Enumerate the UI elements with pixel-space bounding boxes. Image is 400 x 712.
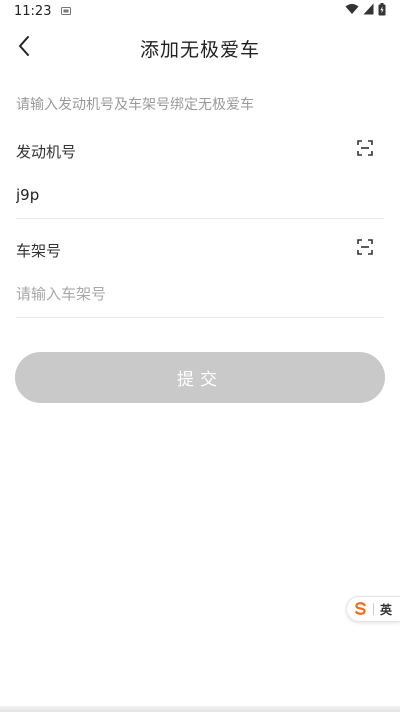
submit-label: 提交	[177, 370, 223, 390]
engine-number-input[interactable]	[16, 180, 384, 210]
chevron-left-icon	[17, 35, 31, 61]
frame-number-input[interactable]	[16, 279, 384, 309]
bottom-edge	[0, 706, 400, 712]
bind-hint: 请输入发动机号及车架号绑定无极爱车	[16, 97, 254, 113]
sim-card-icon	[61, 4, 72, 19]
page-title: 添加无极爱车	[139, 38, 260, 61]
back-button[interactable]	[6, 30, 42, 66]
ime-mode: 英	[380, 602, 393, 617]
frame-scan-button[interactable]	[354, 238, 376, 260]
wifi-icon	[345, 3, 359, 19]
scan-icon	[357, 140, 373, 160]
status-right	[345, 2, 386, 20]
status-time: 11:23	[14, 3, 52, 19]
engine-divider	[16, 218, 384, 219]
ime-badge[interactable]: 英	[346, 596, 400, 622]
status-bar: 11:23	[0, 0, 400, 22]
frame-divider	[16, 317, 384, 318]
engine-number-label: 发动机号	[16, 143, 77, 161]
frame-number-label: 车架号	[16, 242, 62, 260]
sogou-s-icon	[354, 600, 367, 619]
submit-button[interactable]: 提交	[15, 352, 385, 403]
engine-scan-button[interactable]	[354, 139, 376, 161]
nav-bar: 添加无极爱车	[0, 24, 400, 72]
status-left: 11:23	[14, 3, 72, 19]
cell-signal-icon	[363, 3, 374, 19]
scan-icon	[357, 239, 373, 259]
ime-separator	[373, 603, 374, 615]
battery-charging-icon	[378, 2, 386, 20]
